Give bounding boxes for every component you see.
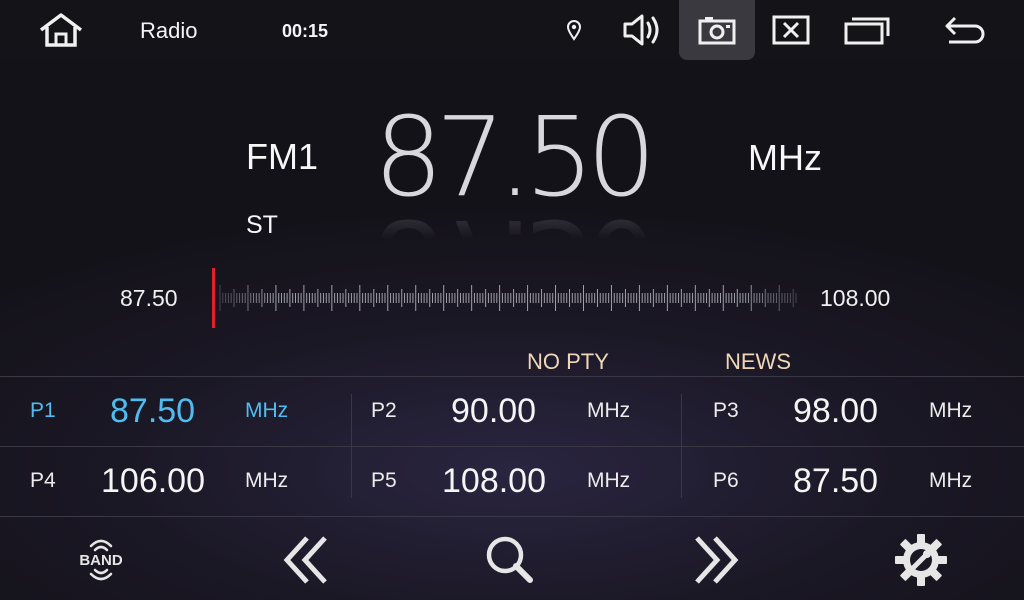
- preset-label: P4: [30, 469, 56, 492]
- pty-label: NO PTY: [527, 349, 609, 374]
- back-button[interactable]: [934, 0, 996, 60]
- preset-label: P2: [371, 399, 397, 422]
- double-chevron-left-icon: [283, 536, 327, 584]
- status-bar: Radio 00:15: [0, 0, 1024, 60]
- preset-p6[interactable]: P6 87.50 MHz: [713, 446, 1024, 516]
- stereo-indicator: ST: [246, 211, 278, 239]
- band-button[interactable]: BAND: [56, 525, 146, 595]
- preset-frequency: 108.00: [442, 462, 546, 500]
- preset-label: P1: [30, 399, 56, 422]
- seek-next-button[interactable]: [670, 525, 760, 595]
- home-button[interactable]: [30, 0, 92, 60]
- preset-unit: MHz: [929, 469, 973, 492]
- preset-unit: MHz: [587, 399, 631, 422]
- close-window-icon: [772, 15, 810, 45]
- recent-apps-button[interactable]: [836, 0, 898, 60]
- location-icon: [566, 20, 582, 41]
- preset-p5[interactable]: P5 108.00 MHz: [371, 446, 701, 516]
- back-icon: [945, 16, 985, 44]
- double-chevron-right-icon: [695, 536, 739, 584]
- preset-unit: MHz: [245, 469, 289, 492]
- close-window-button[interactable]: [760, 0, 822, 60]
- camera-icon: [698, 17, 736, 45]
- preset-frequency: 98.00: [793, 392, 879, 430]
- preset-label: P5: [371, 469, 397, 492]
- seek-previous-button[interactable]: [262, 525, 352, 595]
- preset-p1[interactable]: P1 87.50 MHz: [30, 376, 360, 446]
- screenshot-button[interactable]: [679, 0, 755, 60]
- windows-icon: [844, 17, 890, 45]
- preset-frequency: 87.50: [793, 462, 879, 500]
- news-label: NEWS: [725, 349, 791, 374]
- preset-frequency: 87.50: [110, 392, 196, 430]
- home-icon: [39, 13, 83, 47]
- band-icon: BAND: [79, 539, 123, 581]
- location-indicator: [560, 0, 588, 60]
- band-label: FM1: [246, 136, 318, 177]
- preset-unit: MHz: [929, 399, 973, 422]
- preset-frequency: 90.00: [451, 392, 537, 430]
- search-icon: [486, 536, 533, 583]
- preset-label: P3: [713, 399, 739, 422]
- volume-button[interactable]: [612, 0, 674, 60]
- gear-wrench-icon: [895, 534, 947, 586]
- app-title: Radio: [140, 18, 198, 43]
- scan-button[interactable]: [465, 525, 555, 595]
- preset-p4[interactable]: P4 106.00 MHz: [30, 446, 360, 516]
- tuning-scale[interactable]: [212, 266, 804, 330]
- settings-button[interactable]: [876, 525, 966, 595]
- divider: [0, 516, 1024, 517]
- volume-icon: [623, 14, 659, 46]
- preset-p2[interactable]: P2 90.00 MHz: [371, 376, 701, 446]
- band-button-label: BAND: [79, 552, 122, 569]
- preset-frequency: 106.00: [101, 462, 205, 500]
- preset-label: P6: [713, 469, 739, 492]
- preset-grid: P1 87.50 MHz P2 90.00 MHz P3 98.00 MHz P…: [0, 376, 1024, 517]
- frequency-display: 87.50 87.50: [368, 92, 657, 323]
- frequency-unit: MHz: [748, 137, 822, 178]
- preset-unit: MHz: [587, 469, 631, 492]
- scale-min-label: 87.50: [120, 285, 178, 311]
- preset-p3[interactable]: P3 98.00 MHz: [713, 376, 1024, 446]
- scale-max-label: 108.00: [820, 285, 891, 311]
- tuning-needle[interactable]: [212, 268, 215, 328]
- preset-unit: MHz: [245, 399, 289, 422]
- clock: 00:15: [282, 21, 329, 41]
